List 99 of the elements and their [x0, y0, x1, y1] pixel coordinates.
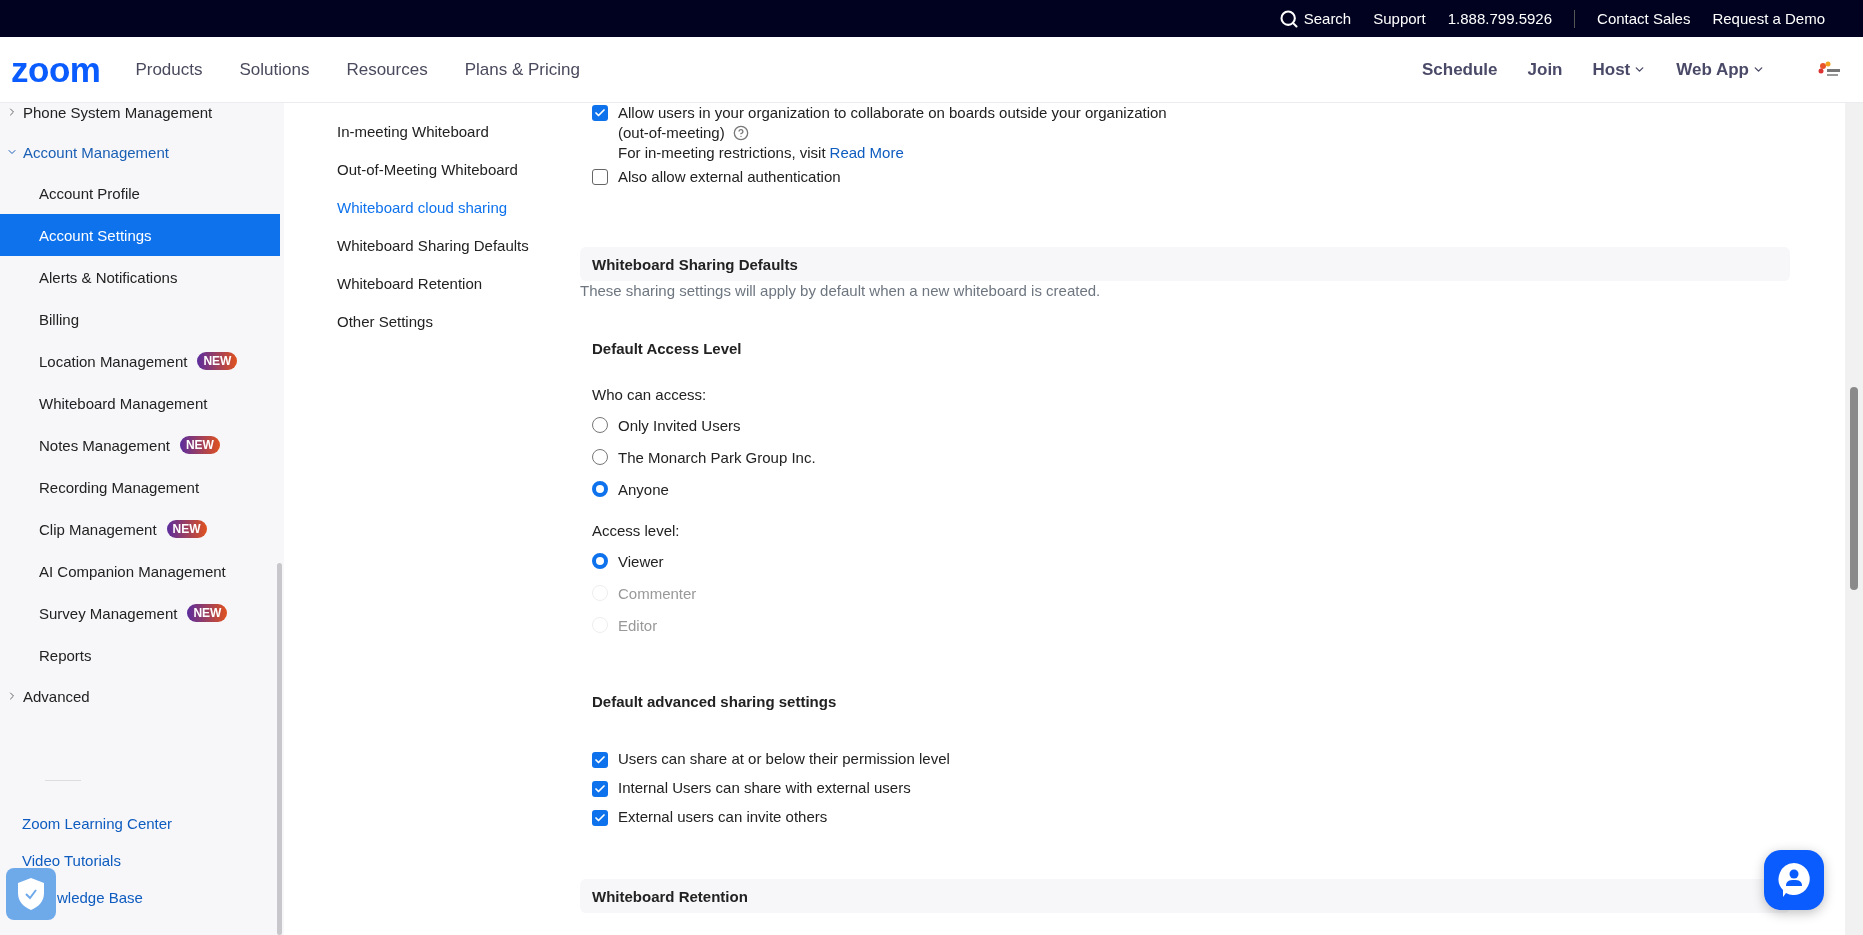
- top-link[interactable]: 1.888.799.5926: [1447, 10, 1553, 27]
- new-badge: NEW: [187, 604, 228, 622]
- section-header: Whiteboard Retention: [580, 879, 1790, 913]
- help-link[interactable]: wledge Base: [0, 879, 277, 916]
- scrollbar[interactable]: [277, 563, 282, 935]
- sidebar-item[interactable]: Location Management NEW: [0, 340, 280, 382]
- checkbox-label: Internal Users can share with external users: [618, 779, 911, 796]
- sidebar-label: Notes Management: [39, 436, 170, 454]
- sidebar-item[interactable]: Survey Management NEW: [0, 592, 280, 634]
- checkbox[interactable]: [592, 105, 608, 121]
- checkbox[interactable]: [592, 780, 608, 797]
- new-badge: NEW: [179, 436, 220, 454]
- nav-item[interactable]: Schedule: [1421, 59, 1498, 80]
- sidebar-item[interactable]: Account Management: [0, 132, 277, 172]
- radio-label: The Monarch Park Group Inc.: [618, 448, 816, 466]
- radio-button[interactable]: [592, 553, 608, 569]
- radio-label: Anyone: [618, 480, 669, 498]
- help-link[interactable]: Video Tutorials: [0, 842, 277, 879]
- new-badge: NEW: [197, 352, 238, 370]
- group-heading: Default Access Level: [591, 339, 743, 359]
- sidebar-label: Survey Management: [39, 604, 178, 622]
- nav-item[interactable]: Host: [1592, 59, 1647, 80]
- sidebar-label: Billing: [39, 310, 80, 328]
- section-link[interactable]: In-meeting Whiteboard: [337, 112, 580, 150]
- search-link[interactable]: Search: [1278, 8, 1352, 29]
- checkbox-label: External users can invite others: [618, 808, 828, 825]
- checkbox[interactable]: [592, 809, 608, 826]
- logo[interactable]: zoom: [11, 49, 101, 90]
- section-link[interactable]: Other Settings: [337, 302, 580, 340]
- read-more-link[interactable]: Read More: [829, 143, 904, 163]
- check-icon: [594, 753, 606, 766]
- nav-item[interactable]: Resources: [346, 59, 428, 80]
- radio-label: Only Invited Users: [618, 416, 741, 434]
- shield-icon: [16, 877, 46, 911]
- field-label: Access level:: [591, 521, 681, 541]
- section-link[interactable]: Whiteboard Sharing Defaults: [337, 226, 580, 264]
- sidebar-label: Account Settings: [39, 226, 152, 244]
- sidebar-label: Phone System Management: [23, 103, 213, 121]
- section-link[interactable]: Whiteboard cloud sharing: [337, 188, 580, 226]
- info-text: For in-meeting restrictions, visit: [618, 143, 826, 163]
- sidebar-item[interactable]: Account Settings: [0, 214, 280, 256]
- top-link[interactable]: Support: [1373, 10, 1426, 27]
- help-link[interactable]: Zoom Learning Center: [0, 805, 277, 842]
- security-button[interactable]: [6, 868, 56, 920]
- section-link[interactable]: Whiteboard Retention: [337, 264, 580, 302]
- section-link[interactable]: Out-of-Meeting Whiteboard: [337, 150, 580, 188]
- help-icon[interactable]: [732, 125, 749, 141]
- section-description: These sharing settings will apply by default when a new whiteboard is created.: [580, 281, 1102, 301]
- nav-item[interactable]: Products: [135, 59, 203, 80]
- nav-item[interactable]: Plans & Pricing: [464, 59, 580, 80]
- top-link[interactable]: Contact Sales: [1597, 10, 1691, 27]
- sidebar-item[interactable]: Whiteboard Management: [0, 382, 280, 424]
- radio-button[interactable]: [592, 449, 608, 465]
- checkbox[interactable]: [592, 169, 608, 185]
- sidebar-item[interactable]: Advanced: [0, 676, 277, 716]
- sidebar-item[interactable]: Billing: [0, 298, 280, 340]
- sidebar-item[interactable]: Notes Management NEW: [0, 424, 280, 466]
- sidebar-label: Account Profile: [39, 184, 140, 202]
- checkbox-label: Users can share at or below their permission level: [618, 750, 950, 767]
- search-icon: [1278, 8, 1299, 29]
- sidebar-label: Advanced: [23, 687, 90, 705]
- nav-item[interactable]: Web App: [1676, 59, 1765, 80]
- top-link[interactable]: Request a Demo: [1712, 10, 1825, 27]
- scrollbar[interactable]: [1850, 387, 1858, 590]
- sidebar-item[interactable]: Alerts & Notifications: [0, 256, 280, 298]
- sidebar-item[interactable]: Account Profile: [0, 172, 280, 214]
- sidebar-label: Alerts & Notifications: [39, 268, 178, 286]
- new-badge: NEW: [166, 520, 207, 538]
- radio-label: Viewer: [618, 552, 664, 570]
- sidebar-label: Account Management: [23, 143, 169, 161]
- chat-person-icon: [1777, 862, 1811, 898]
- sidebar-item[interactable]: Recording Management: [0, 466, 280, 508]
- sidebar-label: Recording Management: [39, 478, 200, 496]
- check-icon: [594, 811, 606, 824]
- nav-item[interactable]: Solutions: [239, 59, 310, 80]
- option-label: Allow users in your organization to collaborate on boards outside your organization: [618, 103, 1167, 123]
- sidebar-item[interactable]: Clip Management NEW: [0, 508, 280, 550]
- check-icon: [594, 782, 606, 795]
- option-label: Also allow external authentication: [618, 167, 841, 187]
- field-label: Who can access:: [591, 385, 708, 405]
- group-heading: Default advanced sharing settings: [591, 692, 838, 712]
- check-icon: [594, 107, 606, 119]
- section-header: Whiteboard Sharing Defaults: [580, 247, 1790, 281]
- chat-button[interactable]: [1764, 850, 1824, 910]
- sidebar-item[interactable]: AI Companion Management: [0, 550, 280, 592]
- sidebar-item[interactable]: Phone System Management: [0, 103, 277, 132]
- radio-button[interactable]: [592, 417, 608, 433]
- sidebar-label: Whiteboard Management: [39, 394, 208, 412]
- sidebar-item[interactable]: Reports: [0, 634, 280, 676]
- radio-label: Commenter: [618, 584, 697, 602]
- sidebar-label: Clip Management: [39, 520, 157, 538]
- sidebar-label: Location Management: [39, 352, 188, 370]
- sidebar-label: AI Companion Management: [39, 562, 226, 580]
- nav-item[interactable]: Join: [1527, 59, 1563, 80]
- radio-label: Editor: [618, 616, 658, 634]
- checkbox[interactable]: [592, 751, 608, 768]
- option-note: (out-of-meeting): [618, 123, 725, 143]
- radio-button[interactable]: [592, 481, 608, 497]
- sidebar-label: Reports: [39, 646, 92, 664]
